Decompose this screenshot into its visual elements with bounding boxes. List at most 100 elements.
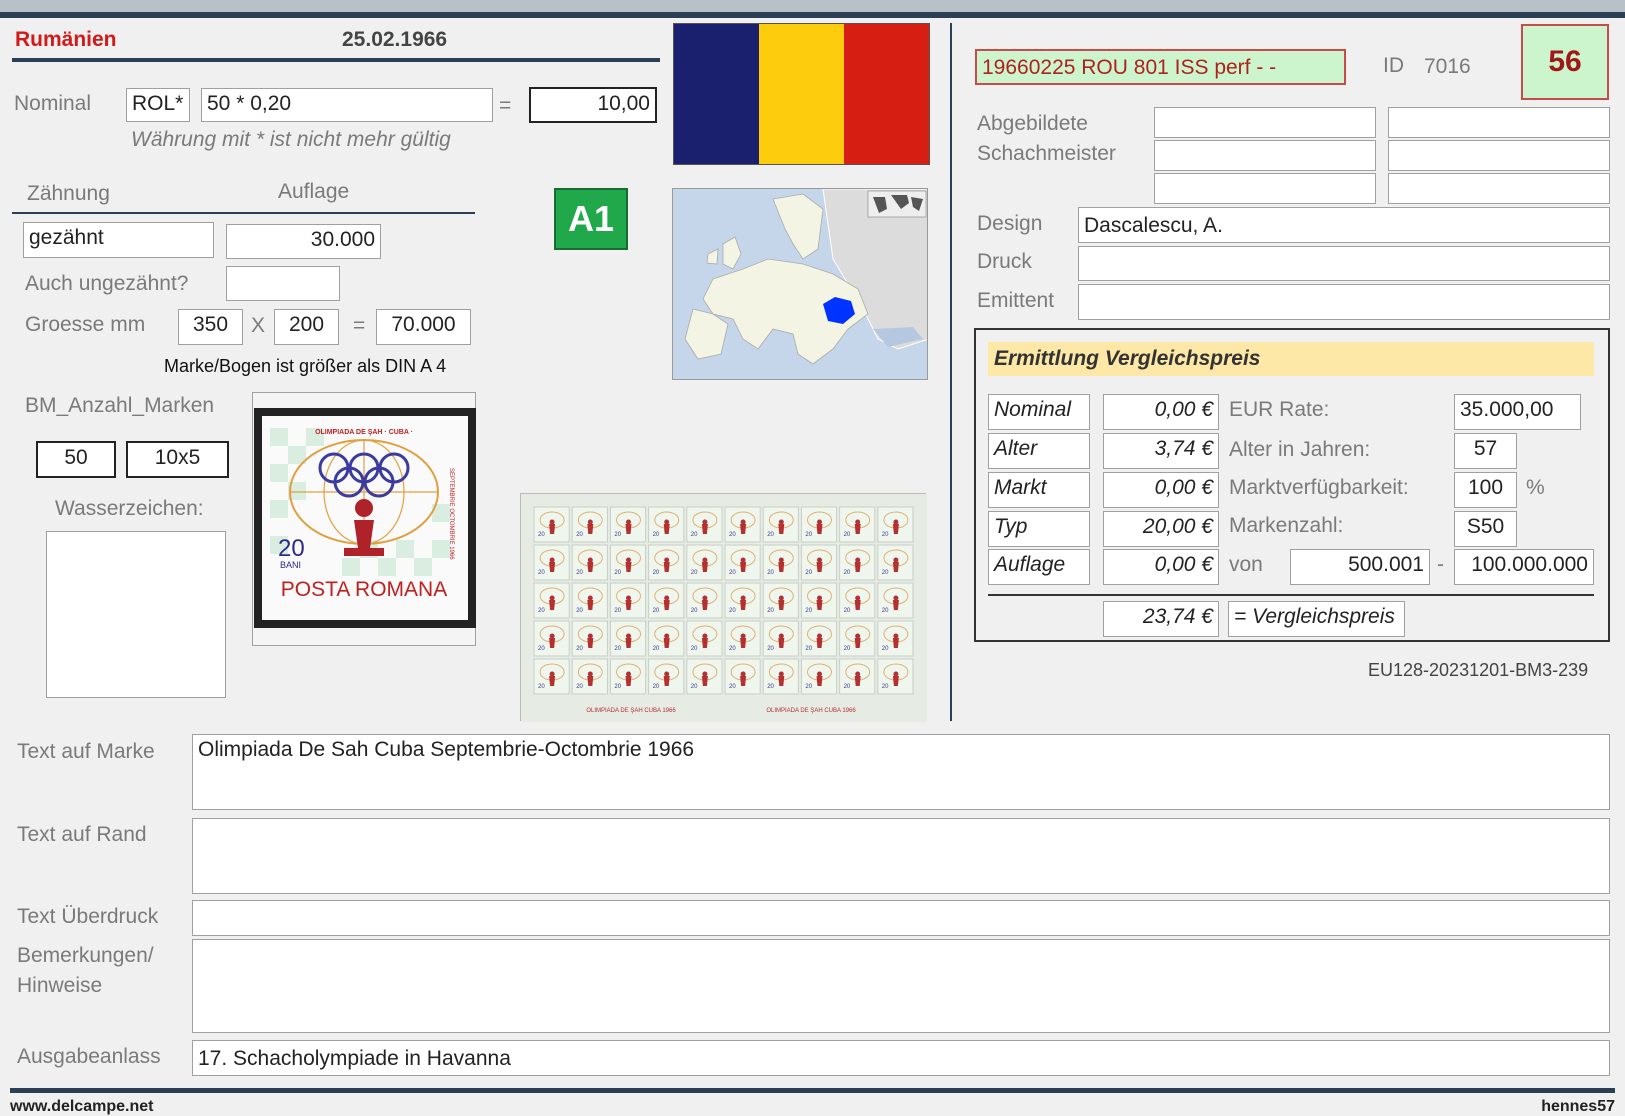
overprint-field[interactable] [192, 900, 1610, 936]
size-width-field[interactable]: 350 [178, 309, 243, 345]
sheet-stamp: 20 [648, 582, 685, 619]
eur-rate-field[interactable]: 35.000,00 [1454, 394, 1581, 430]
watermark-image-box [46, 531, 226, 698]
sheet-stamp: 20 [762, 582, 799, 619]
column-divider [950, 23, 952, 721]
sheet-stamp: 20 [877, 658, 914, 695]
nominal-equals: = [499, 94, 512, 117]
sheet-stamp: 20 [724, 506, 761, 543]
price-row-amount[interactable]: 0,00 € [1103, 472, 1219, 508]
sheet-stamp: 20 [877, 544, 914, 581]
stamp-post-text: POSTA ROMANA [281, 578, 447, 601]
edition-from-field[interactable]: 500.001 [1290, 549, 1430, 585]
sheet-stamp: 20 [571, 506, 608, 543]
print-label: Druck [977, 250, 1032, 273]
overprint-label: Text Überdruck [17, 905, 159, 928]
svg-text:20: 20 [844, 608, 851, 614]
nominal-formula-field[interactable]: 50 * 0,20 [201, 88, 493, 122]
nominal-value-field[interactable]: 10,00 [529, 87, 657, 123]
sheet-stamp: 20 [609, 582, 647, 619]
svg-text:20: 20 [653, 646, 660, 652]
perforation-field[interactable]: gezähnt [23, 222, 214, 258]
depicted-field-2[interactable] [1388, 107, 1610, 138]
svg-text:20: 20 [882, 608, 889, 614]
svg-text:20: 20 [805, 684, 812, 690]
perforation-divider [12, 212, 475, 214]
price-row-amount[interactable]: 0,00 € [1103, 549, 1219, 585]
depicted-field-4[interactable] [1388, 140, 1610, 171]
sheet-stamp: 20 [609, 506, 647, 543]
sheet-stamp: 20 [839, 658, 876, 695]
price-row-amount[interactable]: 3,74 € [1103, 433, 1219, 469]
occasion-label: Ausgabeanlass [17, 1045, 161, 1068]
imperforate-field[interactable] [226, 266, 340, 301]
percent-sign: % [1526, 476, 1545, 499]
sheet-stamp: 20 [762, 620, 799, 657]
remarks-label-1: Bemerkungen/ [17, 944, 154, 967]
id-value: 7016 [1424, 55, 1471, 78]
svg-text:20: 20 [614, 570, 621, 576]
price-row-name: Markt [988, 472, 1090, 508]
sheet-stamp: 20 [724, 582, 761, 619]
catalog-reference: EU128-20231201-BM3-239 [1368, 660, 1589, 680]
svg-text:20: 20 [653, 684, 660, 690]
price-row-amount[interactable]: 20,00 € [1103, 511, 1219, 547]
svg-text:20: 20 [576, 532, 583, 538]
price-row-info-label: von [1229, 553, 1263, 576]
margin-text-field[interactable] [192, 818, 1610, 894]
svg-text:20: 20 [767, 570, 774, 576]
currency-note: Währung mit * ist nicht mehr gültig [131, 128, 451, 151]
remarks-label-2: Hinweise [17, 974, 103, 997]
depicted-field-5[interactable] [1154, 173, 1376, 204]
occasion-field[interactable]: 17. Schacholympiade in Havanna [192, 1040, 1610, 1076]
watermark-label: Wasserzeichen: [55, 497, 204, 520]
sheet-stamp: 20 [571, 658, 608, 695]
svg-text:20: 20 [538, 646, 545, 652]
block-layout-field[interactable]: 10x5 [126, 441, 229, 478]
block-count-field[interactable]: 50 [36, 441, 116, 478]
currency-field[interactable]: ROL* [126, 88, 190, 122]
sheet-stamp: 20 [609, 620, 647, 657]
depicted-field-6[interactable] [1388, 173, 1610, 204]
svg-text:20: 20 [691, 646, 698, 652]
price-row-info-label: EUR Rate: [1229, 398, 1330, 421]
price-row-info-label: Marktverfügbarkeit: [1229, 476, 1409, 499]
svg-text:20: 20 [844, 532, 851, 538]
stamp-value: 20 [278, 535, 305, 562]
sheet-image: 20 20 20 20 20 20 20 20 20 20 20 20 20 20 20 20 20 20 20 20… [520, 493, 927, 722]
market-availability-field[interactable]: 100 [1454, 472, 1517, 508]
svg-text:20: 20 [729, 608, 736, 614]
size-area-field[interactable]: 70.000 [376, 309, 471, 345]
total-price-field[interactable]: 23,74 € [1103, 601, 1219, 637]
stamp-image: OLIMPIADA DE ŞAH · CUBA · 20 BANI POSTA … [254, 408, 476, 628]
remarks-field[interactable] [192, 939, 1610, 1033]
sheet-stamp: 20 [839, 582, 876, 619]
europe-map [672, 188, 928, 380]
price-row-name: Auflage [988, 549, 1090, 585]
price-row-amount[interactable]: 0,00 € [1103, 394, 1219, 430]
sheet-stamp: 20 [800, 658, 838, 695]
block-label: BM_Anzahl_Marken [25, 394, 215, 417]
sheet-footer-right: OLIMPIADA DE ŞAH CUBA 1966 [766, 708, 856, 714]
svg-text:20: 20 [767, 646, 774, 652]
depicted-field-3[interactable] [1154, 140, 1376, 171]
issuer-field[interactable] [1078, 284, 1610, 320]
total-price-label: = Vergleichspreis [1228, 601, 1405, 637]
size-height-field[interactable]: 200 [274, 309, 339, 345]
sheet-stamp: 20 [839, 506, 876, 543]
size-x: X [251, 314, 266, 337]
issuer-label: Emittent [977, 289, 1055, 312]
stamp-count-field[interactable]: S50 [1454, 511, 1517, 547]
sheet-stamp: 20 [533, 544, 570, 581]
record-number: 56 [1521, 24, 1609, 100]
stamp-text-field[interactable]: Olimpiada De Sah Cuba Septembrie-Octombr… [192, 734, 1610, 810]
depicted-field-1[interactable] [1154, 107, 1376, 138]
sheet-stamp: 20 [800, 620, 838, 657]
edition-field[interactable]: 30.000 [226, 224, 381, 259]
edition-to-field[interactable]: 100.000.000 [1454, 549, 1594, 585]
record-code-field[interactable]: 19660225 ROU 801 ISS perf - - [975, 49, 1346, 85]
flag-red-stripe [844, 24, 929, 164]
age-years-field[interactable]: 57 [1454, 433, 1517, 469]
print-field[interactable] [1078, 246, 1610, 281]
design-field[interactable]: Dascalescu, A. [1078, 207, 1610, 243]
